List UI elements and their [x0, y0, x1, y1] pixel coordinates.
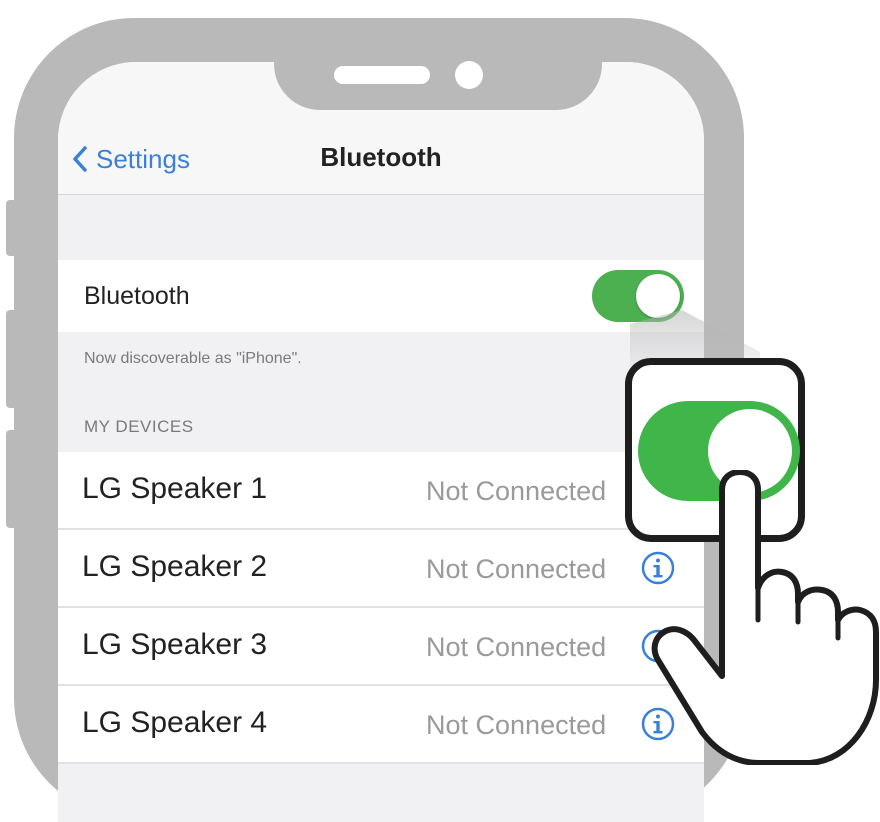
phone-side-button: [6, 200, 18, 256]
device-status: Not Connected: [426, 710, 607, 740]
hand-pointer-icon: [651, 470, 879, 765]
toggle-knob: [636, 274, 680, 318]
devices-list: LG Speaker 1 Not Connected LG Speaker 2 …: [58, 452, 704, 764]
device-row[interactable]: LG Speaker 4 Not Connected: [58, 686, 704, 764]
device-row[interactable]: LG Speaker 3 Not Connected: [58, 608, 704, 686]
device-name: LG Speaker 3: [82, 628, 268, 661]
discoverable-caption: Now discoverable as "iPhone".: [84, 350, 302, 367]
device-name: LG Speaker 1: [82, 472, 268, 505]
bluetooth-row: Bluetooth: [58, 260, 704, 332]
speaker-slot: [334, 66, 430, 84]
device-status: Not Connected: [426, 554, 607, 584]
device-status: Not Connected: [426, 476, 607, 506]
camera-dot: [455, 61, 483, 89]
device-status: Not Connected: [426, 632, 607, 662]
device-name: LG Speaker 4: [82, 706, 268, 739]
phone-volume-down-button: [6, 430, 18, 528]
phone-volume-up-button: [6, 310, 18, 408]
bluetooth-label: Bluetooth: [84, 282, 190, 310]
phone-screen: Settings Bluetooth Bluetooth Now discove…: [58, 62, 704, 822]
phone-notch: [274, 62, 602, 110]
chevron-left-icon: [73, 146, 87, 172]
device-row[interactable]: LG Speaker 1 Not Connected: [58, 452, 704, 530]
back-button[interactable]: Settings: [72, 142, 190, 176]
back-label: Settings: [96, 143, 190, 174]
my-devices-header: MY DEVICES: [84, 417, 194, 436]
device-name: LG Speaker 2: [82, 550, 268, 583]
device-row[interactable]: LG Speaker 2 Not Connected: [58, 530, 704, 608]
